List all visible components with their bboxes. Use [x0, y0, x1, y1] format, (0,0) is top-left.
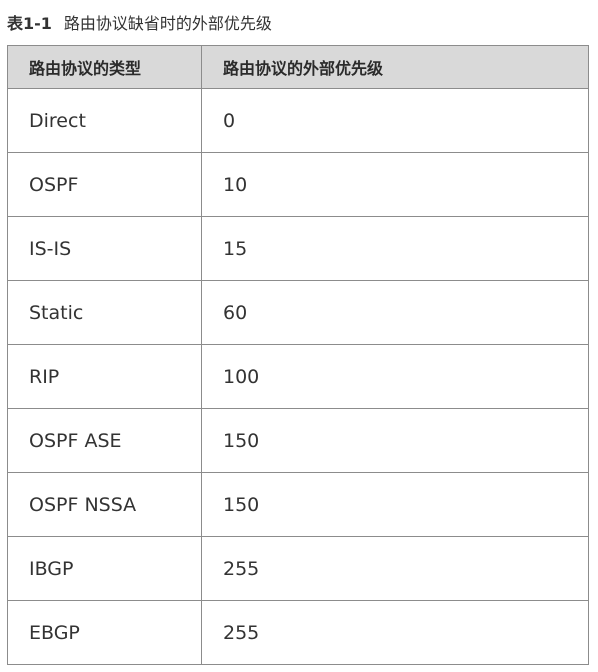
- preference-cell: 0: [201, 88, 589, 153]
- protocol-cell: RIP: [7, 344, 202, 409]
- preference-cell: 15: [201, 216, 589, 281]
- preference-cell: 255: [201, 600, 589, 665]
- table-caption: 表1-1 路由协议缺省时的外部优先级: [7, 8, 272, 36]
- preference-cell: 255: [201, 536, 589, 601]
- table-row: RIP 100: [7, 344, 589, 409]
- table-header-row: 路由协议的类型 路由协议的外部优先级: [7, 45, 589, 89]
- protocol-cell: IBGP: [7, 536, 202, 601]
- table-row: IS-IS 15: [7, 216, 589, 281]
- column-header-protocol-type: 路由协议的类型: [7, 45, 202, 89]
- table-row: IBGP 255: [7, 536, 589, 601]
- table-row: OSPF NSSA 150: [7, 472, 589, 537]
- protocol-cell: EBGP: [7, 600, 202, 665]
- protocol-cell: OSPF NSSA: [7, 472, 202, 537]
- preference-cell: 150: [201, 408, 589, 473]
- preference-cell: 150: [201, 472, 589, 537]
- preference-cell: 60: [201, 280, 589, 345]
- table-row: EBGP 255: [7, 600, 589, 665]
- preference-cell: 10: [201, 152, 589, 217]
- table-row: Static 60: [7, 280, 589, 345]
- table-title: 路由协议缺省时的外部优先级: [63, 14, 272, 33]
- table-number: 表1-1: [7, 14, 52, 33]
- protocol-cell: OSPF ASE: [7, 408, 202, 473]
- table-row: OSPF ASE 150: [7, 408, 589, 473]
- protocol-cell: Direct: [7, 88, 202, 153]
- protocol-cell: OSPF: [7, 152, 202, 217]
- preference-cell: 100: [201, 344, 589, 409]
- protocol-cell: IS-IS: [7, 216, 202, 281]
- route-preference-table: 路由协议的类型 路由协议的外部优先级 Direct 0 OSPF 10 IS-I…: [7, 45, 589, 665]
- column-header-external-preference: 路由协议的外部优先级: [201, 45, 589, 89]
- table-row: OSPF 10: [7, 152, 589, 217]
- table-row: Direct 0: [7, 88, 589, 153]
- protocol-cell: Static: [7, 280, 202, 345]
